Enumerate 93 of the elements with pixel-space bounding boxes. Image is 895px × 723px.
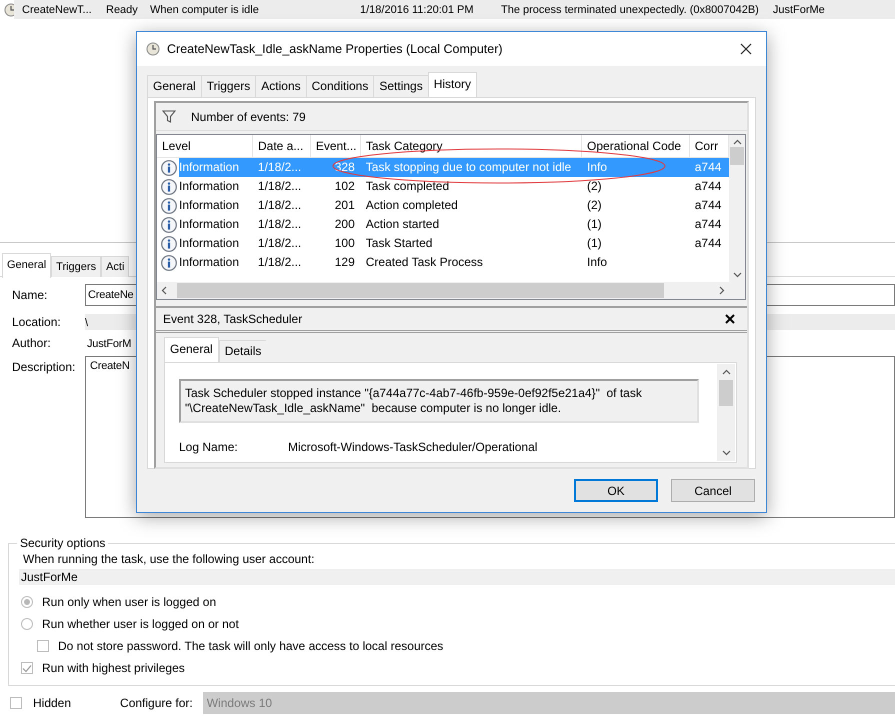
table-cell[interactable]: 1/18/2... [252,196,311,215]
log-name-value: Microsoft-Windows-TaskScheduler/Operational [288,440,538,454]
table-cell[interactable]: Action started [360,215,582,234]
table-cell[interactable]: 201 [310,196,361,215]
table-cell[interactable]: Task Started [360,234,582,253]
scroll-down-icon[interactable] [732,272,742,278]
table-cell[interactable]: Information [179,196,253,215]
scroll-up-icon[interactable] [722,369,730,375]
table-cell[interactable]: (1) [582,234,690,253]
scroll-thumb[interactable] [730,146,744,164]
checkbox[interactable] [21,662,33,674]
field-label: Configure for: [120,696,193,710]
table-cell[interactable]: Info [582,253,690,272]
table-cell[interactable]: a744 [690,234,729,253]
tab[interactable]: General [164,337,219,362]
dialog-button[interactable]: OK [574,479,658,502]
close-icon[interactable] [725,314,735,324]
scroll-down-icon[interactable] [722,450,730,456]
table-cell[interactable]: (2) [582,196,690,215]
radio-button[interactable] [21,618,33,630]
table-cell[interactable]: Created Task Process [360,253,582,272]
table-cell[interactable]: 1/18/2... [252,234,311,253]
tab[interactable]: Triggers [200,75,256,97]
scroll-thumb[interactable] [719,380,733,406]
info-icon [161,198,177,214]
scroll-left-icon[interactable] [161,286,167,295]
close-icon [740,43,752,55]
table-cell[interactable]: Information [179,234,253,253]
table-cell[interactable]: Task completed [360,177,582,196]
tab[interactable]: Settings [373,75,428,97]
scroll-up-icon[interactable] [732,139,742,145]
option-label: Run only when user is logged on [42,595,216,609]
table-cell[interactable]: 1/18/2... [252,177,311,196]
scroll-right-icon[interactable] [719,286,725,295]
field-label: Name: [12,288,48,302]
radio-button[interactable] [21,596,33,608]
account-value: JustForMe [19,569,895,585]
info-icon [161,216,177,232]
tab[interactable]: Details [218,340,266,362]
event-title: Event 328, TaskScheduler [163,312,302,326]
field-label: Location: [12,315,62,329]
info-icon [161,178,177,194]
option-label: Do not store password. The task will only have access to local resources [58,639,444,653]
table-cell[interactable]: Information [179,215,253,234]
table-cell[interactable]: (1) [582,215,690,234]
author-value: JustForM [87,338,132,350]
field-label: Author: [12,336,52,350]
table-cell[interactable]: a744 [690,196,729,215]
table-cell[interactable]: 129 [310,253,361,272]
column-header[interactable]: Level [157,135,253,157]
account-prompt: When running the task, use the following user account: [22,552,316,566]
tab[interactable]: Acti [101,256,130,277]
table-cell[interactable]: Information [179,253,253,272]
filter-icon[interactable] [162,110,176,123]
info-icon [161,254,177,270]
tab[interactable]: History [428,72,478,97]
tab[interactable]: Triggers [51,256,102,277]
group-title: Security options [19,536,106,550]
column-header[interactable]: Event... [310,135,361,157]
field-label: Log Name: [179,440,239,454]
option-label: Run with highest privileges [42,661,185,675]
table-cell[interactable]: 100 [310,234,361,253]
table-cell[interactable]: 102 [310,177,361,196]
table-cell[interactable]: Information [179,177,253,196]
tab[interactable]: Conditions [306,75,374,97]
checkbox[interactable] [37,640,49,652]
clock-icon [146,42,160,56]
checkbox[interactable] [10,697,22,709]
tab[interactable]: Actions [255,75,306,97]
table-cell[interactable]: a744 [690,177,729,196]
table-cell[interactable]: 1/18/2... [252,253,311,272]
window-title: CreateNewTask_Idle_askName Properties (Local Computer) [167,42,504,56]
event-message: Task Scheduler stopped instance "{a744a77c-4ab7-46fb-959e-0ef92f5e21a4}" of task "\CreateNewTask_Idle_askName" because computer is no longer idle. [179,379,699,423]
column-header[interactable]: Operational Code [582,135,690,157]
event-count: Number of events: 79 [191,110,306,124]
table-cell[interactable]: 200 [310,215,361,234]
info-icon [161,160,177,176]
table-cell[interactable]: Action completed [360,196,582,215]
table-cell[interactable]: (2) [582,177,690,196]
location-value: \ [85,317,88,329]
field-label: Description: [12,359,76,374]
info-icon [161,236,177,252]
column-header[interactable]: Date a... [252,135,311,157]
table-cell[interactable]: a744 [690,215,729,234]
task-row[interactable]: CreateNewT... Ready When computer is idle 1/18/2016 11:20:01 PM The process terminated unexpectedly. (0x8007042B) JustForMe [14,0,895,19]
tab[interactable]: General [147,75,201,97]
scroll-thumb[interactable] [176,283,664,298]
dialog-button[interactable]: Cancel [671,479,755,502]
option-label: Hidden [33,696,72,710]
table-cell[interactable]: 1/18/2... [252,215,311,234]
tab[interactable]: General [2,253,52,278]
column-header[interactable]: Task Category [360,135,582,157]
option-label: Run whether user is logged on or not [42,617,239,631]
